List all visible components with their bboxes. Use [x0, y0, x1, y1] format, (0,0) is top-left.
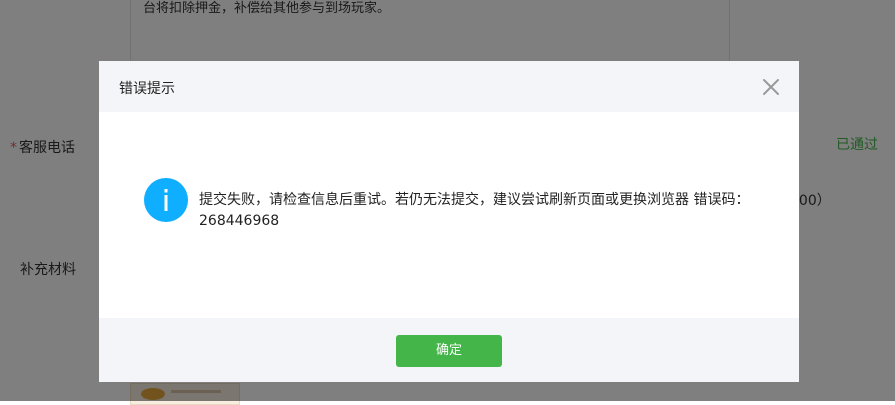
dialog-footer: 确定	[99, 318, 799, 382]
error-dialog: 错误提示 提交失败，请检查信息后重试。若仍无法提交，建议尝试刷新页面或更换浏览器…	[99, 61, 799, 382]
error-message: 提交失败，请检查信息后重试。若仍无法提交，建议尝试刷新页面或更换浏览器 错误码：…	[199, 192, 750, 229]
confirm-button[interactable]: 确定	[396, 335, 502, 367]
close-icon[interactable]	[761, 77, 781, 97]
dialog-header: 错误提示	[99, 61, 799, 112]
dialog-body: 提交失败，请检查信息后重试。若仍无法提交，建议尝试刷新页面或更换浏览器 错误码：…	[99, 112, 799, 318]
info-icon	[144, 178, 188, 222]
dialog-title: 错误提示	[119, 81, 175, 97]
